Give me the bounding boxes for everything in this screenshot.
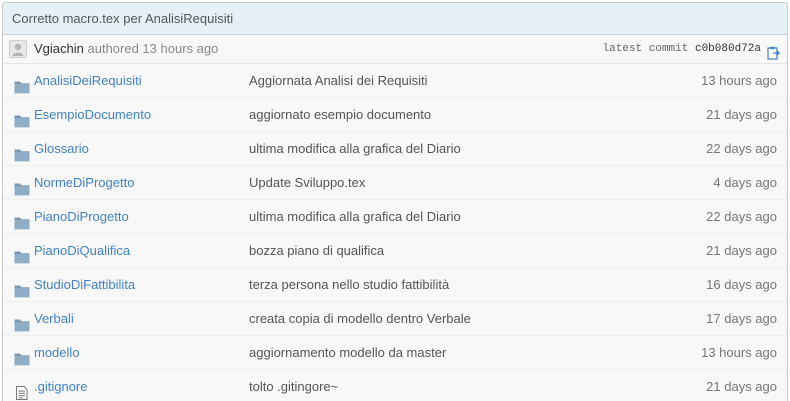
commit-message-link[interactable]: bozza piano di qualifica: [249, 234, 384, 267]
commit-age: 13 hours ago: [701, 73, 777, 88]
file-row: .gitignore tolto .gitingore~ 21 days ago: [3, 370, 787, 401]
folder-icon: [14, 73, 30, 94]
commit-message-link[interactable]: tolto .gitingore~: [249, 370, 338, 401]
file-name-link[interactable]: Glossario: [34, 132, 89, 165]
commit-message-link[interactable]: ultima modifica alla grafica del Diario: [249, 200, 461, 233]
commit-author: Vgiachin authored 13 hours ago: [34, 35, 218, 63]
commit-age: 4 days ago: [713, 175, 777, 190]
file-name-link[interactable]: PianoDiQualifica: [34, 234, 130, 267]
commit-message-link[interactable]: terza persona nello studio fattibilità: [249, 268, 449, 301]
authored-text: authored 13 hours ago: [87, 41, 219, 56]
commit-message-link[interactable]: creata copia di modello dentro Verbale: [249, 302, 471, 335]
file-row: PianoDiProgetto ultima modifica alla graf…: [3, 200, 787, 234]
file-name-link[interactable]: modello: [34, 336, 80, 369]
commit-message-link[interactable]: Aggiornata Analisi dei Requisiti: [249, 64, 428, 97]
folder-icon: [14, 141, 30, 162]
folder-icon: [14, 345, 30, 366]
file-name-link[interactable]: NormeDiProgetto: [34, 166, 134, 199]
commit-message-link[interactable]: aggiornato esempio documento: [249, 98, 431, 131]
folder-icon: [14, 107, 30, 128]
file-name-link[interactable]: Verbali: [34, 302, 74, 335]
file-row: AnalisiDeiRequisiti Aggiornata Analisi de…: [3, 64, 787, 98]
commit-age: 16 days ago: [706, 277, 777, 292]
commit-meta: Vgiachin authored 13 hours ago latest co…: [3, 35, 787, 64]
latest-commit: latest commit c0b080d72a: [603, 35, 761, 63]
file-row: Verbali creata copia di modello dentro Ve…: [3, 302, 787, 336]
clipboard-icon[interactable]: [767, 42, 780, 60]
commit-age: 21 days ago: [706, 243, 777, 258]
author-name[interactable]: Vgiachin: [34, 41, 84, 56]
file-icon: [14, 379, 30, 400]
file-name-link[interactable]: StudioDiFattibilita: [34, 268, 135, 301]
folder-icon: [14, 243, 30, 264]
file-name-link[interactable]: .gitignore: [34, 370, 87, 401]
commit-age: 17 days ago: [706, 311, 777, 326]
commit-age: 21 days ago: [706, 107, 777, 122]
file-name-link[interactable]: AnalisiDeiRequisiti: [34, 64, 142, 97]
file-row: NormeDiProgetto Update Sviluppo.tex 4 days…: [3, 166, 787, 200]
file-browser: Corretto macro.tex per AnalisiRequisiti …: [2, 2, 788, 401]
file-name-link[interactable]: PianoDiProgetto: [34, 200, 129, 233]
file-list: AnalisiDeiRequisiti Aggiornata Analisi de…: [3, 64, 787, 401]
latest-commit-label: latest commit: [602, 43, 689, 55]
file-row: modello aggiornamento modello da master 13…: [3, 336, 787, 370]
commit-sha-link[interactable]: c0b080d72a: [695, 43, 761, 55]
commit-title[interactable]: Corretto macro.tex per AnalisiRequisiti: [3, 3, 787, 35]
commit-message-link[interactable]: Update Sviluppo.tex: [249, 166, 365, 199]
folder-icon: [14, 175, 30, 196]
folder-icon: [14, 311, 30, 332]
commit-age: 13 hours ago: [701, 345, 777, 360]
file-row: EsempioDocumento aggiornato esempio docum…: [3, 98, 787, 132]
commit-age: 21 days ago: [706, 379, 777, 394]
avatar[interactable]: [9, 40, 27, 58]
folder-icon: [14, 209, 30, 230]
file-row: Glossario ultima modifica alla grafica de…: [3, 132, 787, 166]
folder-icon: [14, 277, 30, 298]
file-row: StudioDiFattibilita terza persona nello s…: [3, 268, 787, 302]
file-name-link[interactable]: EsempioDocumento: [34, 98, 151, 131]
commit-age: 22 days ago: [706, 209, 777, 224]
file-row: PianoDiQualifica bozza piano di qualifica…: [3, 234, 787, 268]
commit-message-link[interactable]: ultima modifica alla grafica del Diario: [249, 132, 461, 165]
commit-message-link[interactable]: aggiornamento modello da master: [249, 336, 446, 369]
commit-age: 22 days ago: [706, 141, 777, 156]
